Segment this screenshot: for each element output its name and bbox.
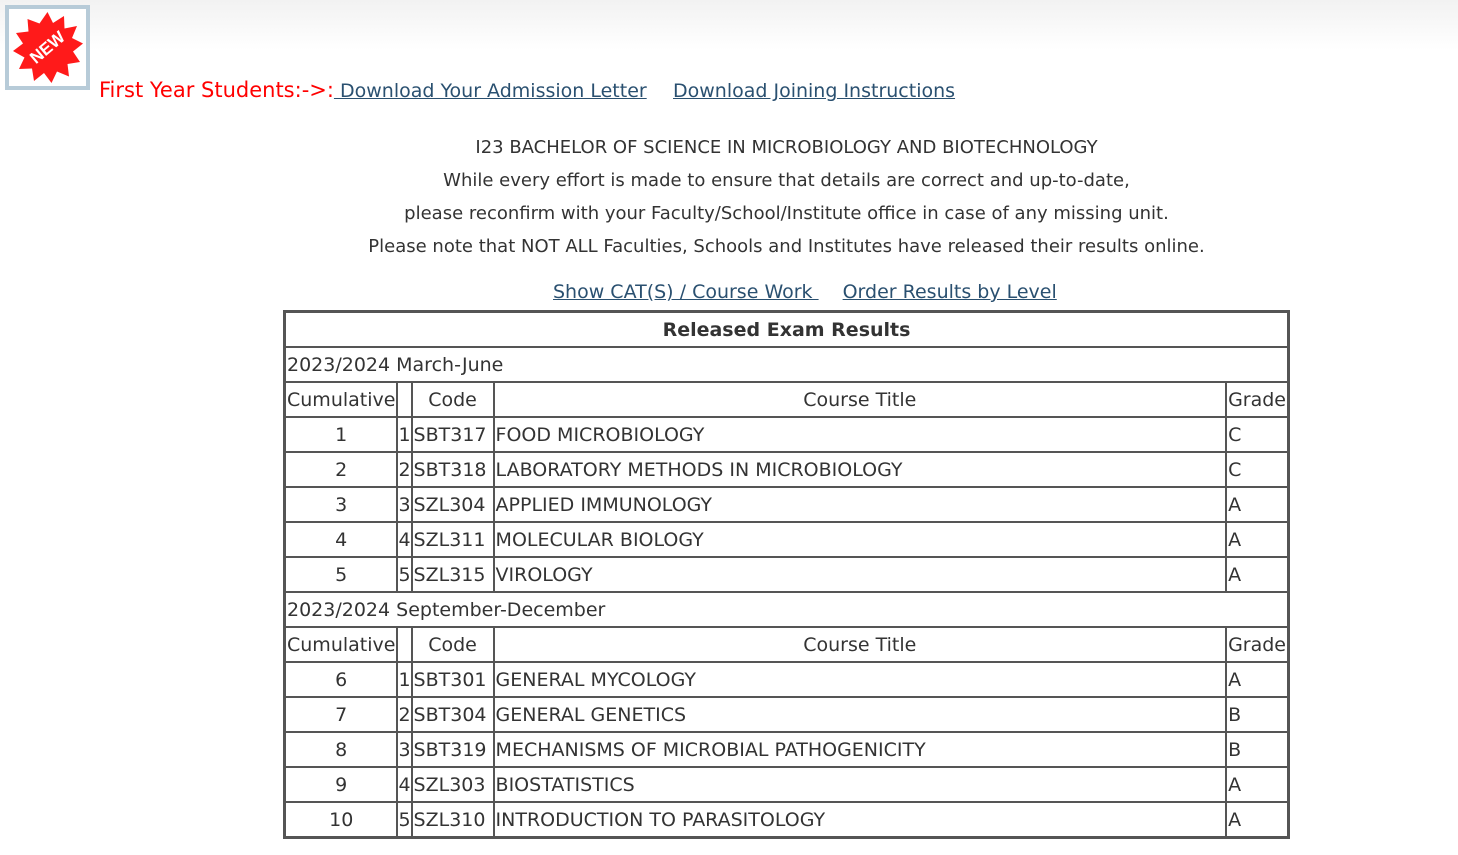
order-by-level-link[interactable]: Order Results by Level xyxy=(843,281,1057,303)
table-row: 10 5 SZL310 INTRODUCTION TO PARASITOLOGY A xyxy=(285,802,1288,837)
course-title-cell: MOLECULAR BIOLOGY xyxy=(493,522,1227,557)
cumulative-cell: 7 xyxy=(285,697,398,732)
notice-line-1: While every effort is made to ensure tha… xyxy=(443,170,1130,191)
semester-row: 2023/2024 September-December xyxy=(285,592,1288,627)
header-course-title: Course Title xyxy=(493,627,1227,662)
index-cell: 1 xyxy=(397,662,412,697)
first-year-bar: First Year Students:->: Download Your Ad… xyxy=(99,78,647,102)
new-badge-icon: NEW xyxy=(5,5,90,90)
programme-title: I23 BACHELOR OF SCIENCE IN MICROBIOLOGY … xyxy=(475,137,1098,158)
table-row: 3 3 SZL304 APPLIED IMMUNOLOGY A xyxy=(285,487,1288,522)
semester-row: 2023/2024 March-June xyxy=(285,347,1288,382)
header-code: Code xyxy=(411,627,494,662)
table-row: 9 4 SZL303 BIOSTATISTICS A xyxy=(285,767,1288,802)
table-row: 4 4 SZL311 MOLECULAR BIOLOGY A xyxy=(285,522,1288,557)
programme-info: I23 BACHELOR OF SCIENCE IN MICROBIOLOGY … xyxy=(0,131,1458,263)
cumulative-cell: 8 xyxy=(285,732,398,767)
course-title-cell: GENERAL MYCOLOGY xyxy=(493,662,1227,697)
index-cell: 4 xyxy=(397,767,412,802)
course-code-cell: SZL315 xyxy=(411,557,494,592)
column-header-row: Cumulative Code Course Title Grade xyxy=(285,627,1288,662)
cumulative-cell: 10 xyxy=(285,802,398,837)
header-cumulative: Cumulative xyxy=(285,627,398,662)
cumulative-cell: 1 xyxy=(285,417,398,452)
show-cats-link[interactable]: Show CAT(S) / Course Work xyxy=(553,281,819,303)
grade-cell: C xyxy=(1226,417,1288,452)
course-code-cell: SBT317 xyxy=(411,417,494,452)
course-code-cell: SZL310 xyxy=(411,802,494,837)
semester-name: 2023/2024 March-June xyxy=(285,347,1288,382)
grade-cell: A xyxy=(1226,522,1288,557)
cumulative-cell: 3 xyxy=(285,487,398,522)
header-grade: Grade xyxy=(1226,627,1288,662)
grade-cell: C xyxy=(1226,452,1288,487)
column-header-row: Cumulative Code Course Title Grade xyxy=(285,382,1288,417)
grade-cell: A xyxy=(1226,662,1288,697)
course-code-cell: SBT304 xyxy=(411,697,494,732)
index-cell: 2 xyxy=(397,452,412,487)
table-row: 7 2 SBT304 GENERAL GENETICS B xyxy=(285,697,1288,732)
table-row: 5 5 SZL315 VIROLOGY A xyxy=(285,557,1288,592)
download-admission-letter-link[interactable]: Download Your Admission Letter xyxy=(334,80,647,102)
header-index xyxy=(397,382,412,417)
header-course-title: Course Title xyxy=(493,382,1227,417)
grade-cell: A xyxy=(1226,557,1288,592)
grade-cell: A xyxy=(1226,767,1288,802)
index-cell: 5 xyxy=(397,557,412,592)
cumulative-cell: 2 xyxy=(285,452,398,487)
cumulative-cell: 9 xyxy=(285,767,398,802)
index-cell: 5 xyxy=(397,802,412,837)
course-code-cell: SZL311 xyxy=(411,522,494,557)
cumulative-cell: 5 xyxy=(285,557,398,592)
grade-cell: A xyxy=(1226,802,1288,837)
header-code: Code xyxy=(411,382,494,417)
course-title-cell: VIROLOGY xyxy=(493,557,1227,592)
course-title-cell: INTRODUCTION TO PARASITOLOGY xyxy=(493,802,1227,837)
course-title-cell: GENERAL GENETICS xyxy=(493,697,1227,732)
notice-line-2: please reconfirm with your Faculty/Schoo… xyxy=(404,203,1169,224)
course-title-cell: APPLIED IMMUNOLOGY xyxy=(493,487,1227,522)
download-joining-instructions-link[interactable]: Download Joining Instructions xyxy=(673,80,955,102)
notice-line-3: Please note that NOT ALL Faculties, Scho… xyxy=(368,236,1205,257)
course-title-cell: BIOSTATISTICS xyxy=(493,767,1227,802)
course-code-cell: SBT301 xyxy=(411,662,494,697)
index-cell: 4 xyxy=(397,522,412,557)
header-index xyxy=(397,627,412,662)
semester-name: 2023/2024 September-December xyxy=(285,592,1288,627)
cumulative-cell: 6 xyxy=(285,662,398,697)
course-title-cell: FOOD MICROBIOLOGY xyxy=(493,417,1227,452)
grade-cell: B xyxy=(1226,732,1288,767)
course-title-cell: LABORATORY METHODS IN MICROBIOLOGY xyxy=(493,452,1227,487)
index-cell: 2 xyxy=(397,697,412,732)
table-row: 1 1 SBT317 FOOD MICROBIOLOGY C xyxy=(285,417,1288,452)
exam-results-table: Released Exam Results 2023/2024 March-Ju… xyxy=(283,310,1290,839)
index-cell: 3 xyxy=(397,732,412,767)
course-code-cell: SZL304 xyxy=(411,487,494,522)
course-code-cell: SBT318 xyxy=(411,452,494,487)
course-code-cell: SBT319 xyxy=(411,732,494,767)
course-code-cell: SZL303 xyxy=(411,767,494,802)
index-cell: 1 xyxy=(397,417,412,452)
table-row: 8 3 SBT319 MECHANISMS OF MICROBIAL PATHOGEN… xyxy=(285,732,1288,767)
top-band xyxy=(0,0,1458,50)
grade-cell: B xyxy=(1226,697,1288,732)
cumulative-cell: 4 xyxy=(285,522,398,557)
header-grade: Grade xyxy=(1226,382,1288,417)
result-options: Show CAT(S) / Course Work Order Results … xyxy=(553,281,1057,303)
header-cumulative: Cumulative xyxy=(285,382,398,417)
first-year-label: First Year Students:->: xyxy=(99,78,334,102)
table-row: 2 2 SBT318 LABORATORY METHODS IN MICROBIOLO… xyxy=(285,452,1288,487)
course-title-cell: MECHANISMS OF MICROBIAL PATHOGENICITY xyxy=(493,732,1227,767)
grade-cell: A xyxy=(1226,487,1288,522)
index-cell: 3 xyxy=(397,487,412,522)
table-row: 6 1 SBT301 GENERAL MYCOLOGY A xyxy=(285,662,1288,697)
new-starburst-icon: NEW xyxy=(13,12,83,83)
results-table-title: Released Exam Results xyxy=(285,312,1288,347)
